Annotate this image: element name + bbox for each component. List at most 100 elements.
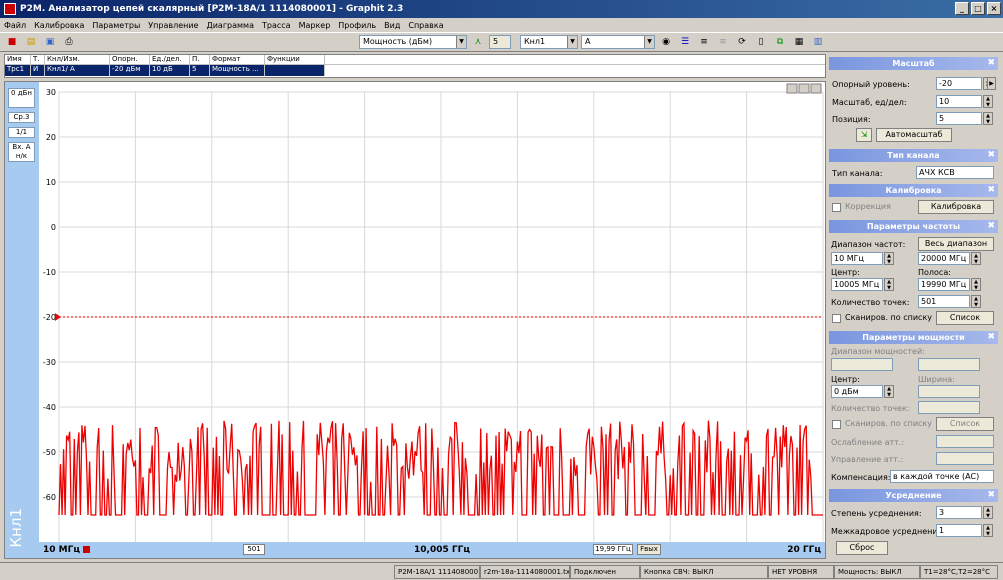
freq-center-input[interactable]: 10005 МГц	[831, 278, 883, 291]
power-list-button[interactable]: Список	[936, 417, 994, 431]
full-range-button[interactable]: Весь диапазон	[918, 237, 994, 251]
compensation-select[interactable]: в каждой точке (АС)	[890, 470, 994, 483]
freq-start-spin[interactable]: ▲ ▼	[884, 252, 894, 265]
print-icon[interactable]: ⎙	[61, 34, 77, 50]
col-header[interactable]: Т.	[31, 55, 45, 64]
ref-offset-button[interactable]: 0 дБн	[8, 88, 35, 108]
start-freq[interactable]: 10 МГц	[43, 545, 80, 555]
points-input[interactable]: 501	[918, 295, 970, 308]
menu-trace[interactable]: Трасса	[262, 21, 291, 30]
close-icon[interactable]: ✖	[987, 57, 995, 70]
layout-icon[interactable]: ⧉	[772, 34, 788, 50]
autoscale-button[interactable]: Автомасштаб	[876, 128, 952, 142]
freq-header[interactable]: Параметры частоты ✖	[829, 220, 998, 233]
power-width-input[interactable]	[918, 385, 980, 398]
step-spin[interactable]: 5	[489, 35, 511, 49]
color-icon[interactable]: ☰	[677, 34, 693, 50]
menu-profile[interactable]: Профиль	[338, 21, 376, 30]
col-header[interactable]: Функции	[265, 55, 325, 64]
freq-band-spin[interactable]: ▲ ▼	[971, 278, 981, 291]
col-header[interactable]: Опорн.	[110, 55, 150, 64]
power-stop-input[interactable]	[918, 358, 980, 371]
att-control-select[interactable]	[936, 452, 994, 465]
col-header[interactable]: Формат	[210, 55, 265, 64]
close-icon[interactable]: ✖	[987, 220, 995, 233]
close-icon[interactable]: ✖	[987, 489, 995, 502]
table-row[interactable]: Трс1 И Кнл1/ A -20 дБм 10 дБ 5 Мощность …	[5, 65, 367, 76]
menu-view[interactable]: Вид	[384, 21, 400, 30]
frame-avg-input[interactable]: 1	[936, 524, 982, 537]
input-button[interactable]: Вх. А н/к	[8, 142, 35, 162]
close-icon[interactable]: ✖	[987, 184, 995, 197]
position-spin[interactable]: ▲ ▼	[983, 112, 993, 125]
list-scan-checkbox[interactable]	[832, 314, 841, 323]
ref-level-arrow[interactable]: ▶	[987, 77, 996, 90]
input-select[interactable]: A ▼	[581, 35, 655, 49]
plot-minimize-button[interactable]	[786, 83, 798, 94]
save-icon[interactable]: ▣	[42, 34, 58, 50]
position-input[interactable]: 5	[936, 112, 982, 125]
points-field[interactable]: 501	[243, 544, 265, 555]
plot-svg[interactable]: 30 20 10 0 -10 -20 -30 -40 -50 -60	[39, 82, 825, 542]
calibration-header[interactable]: Калибровка ✖	[829, 184, 998, 197]
freq-stop-input[interactable]: 20000 МГц	[918, 252, 970, 265]
reference-marker[interactable]	[55, 313, 61, 321]
refresh-icon[interactable]: ⟳	[734, 34, 750, 50]
display-icon[interactable]: ◉	[658, 34, 674, 50]
correction-checkbox[interactable]	[832, 203, 841, 212]
attenuation-input[interactable]	[936, 435, 994, 448]
col-header[interactable]: Кнл/Изм.	[45, 55, 110, 64]
line-width-icon[interactable]: ≡	[696, 34, 712, 50]
marker-icon[interactable]: ⋏	[470, 34, 486, 50]
list-button[interactable]: Список	[936, 311, 994, 325]
menu-file[interactable]: Файл	[4, 21, 26, 30]
col-header[interactable]: Имя	[5, 55, 31, 64]
power-header[interactable]: Параметры мощности ✖	[829, 331, 998, 344]
avg-degree-input[interactable]: 3	[936, 506, 982, 519]
menu-control[interactable]: Управление	[148, 21, 198, 30]
channel-type-header[interactable]: Тип канала ✖	[829, 149, 998, 162]
freq-start-input[interactable]: 10 МГц	[831, 252, 883, 265]
channel-type-select[interactable]: АЧХ КСВ	[916, 166, 994, 179]
scale-div-spin[interactable]: ▲ ▼	[983, 95, 993, 108]
minimize-button[interactable]: _	[955, 2, 969, 15]
page-button[interactable]: 1/1	[8, 127, 35, 138]
autoscale-icon[interactable]: ⇲	[856, 128, 872, 142]
line-style-icon[interactable]: ≡	[715, 34, 731, 50]
reset-button[interactable]: Сброс	[836, 541, 888, 555]
scale-header[interactable]: Масштаб ✖	[829, 57, 998, 70]
power-points-input[interactable]	[918, 401, 980, 414]
power-center-spin[interactable]: ▲ ▼	[884, 385, 894, 398]
close-button[interactable]: ×	[987, 2, 1001, 15]
plot-close-button[interactable]	[810, 83, 822, 94]
power-center-input[interactable]: 0 дБм	[831, 385, 883, 398]
ref-level-input[interactable]: -20	[936, 77, 982, 90]
chart-icon[interactable]: ▥	[810, 34, 826, 50]
avg-degree-spin[interactable]: ▲ ▼	[983, 506, 993, 519]
scale-div-input[interactable]: 10	[936, 95, 982, 108]
freq-band-input[interactable]: 19990 МГц	[918, 278, 970, 291]
frame-avg-spin[interactable]: ▲ ▼	[983, 524, 993, 537]
measure-select[interactable]: Мощность (дБм) ▼	[359, 35, 467, 49]
average-button[interactable]: Ср.3	[8, 112, 35, 123]
close-icon[interactable]: ✖	[987, 149, 995, 162]
document-icon[interactable]: ▯	[753, 34, 769, 50]
power-list-checkbox[interactable]	[832, 420, 841, 429]
col-header[interactable]: П.	[190, 55, 210, 64]
menu-help[interactable]: Справка	[408, 21, 443, 30]
stop-icon[interactable]: ■	[4, 34, 20, 50]
close-icon[interactable]: ✖	[987, 331, 995, 344]
points-spin[interactable]: ▲ ▼	[971, 295, 981, 308]
plot-maximize-button[interactable]	[798, 83, 810, 94]
channel-select[interactable]: Кнл1 ▼	[520, 35, 578, 49]
span-field[interactable]: 19,99 ГГц	[593, 544, 633, 555]
center-freq[interactable]: 10,005 ГГц	[414, 545, 470, 555]
avg-header[interactable]: Усреднение ✖	[829, 489, 998, 502]
menu-parameters[interactable]: Параметры	[92, 21, 140, 30]
marker-icon[interactable]	[83, 546, 90, 553]
span-mode-button[interactable]: Fвых	[637, 544, 661, 555]
col-header[interactable]: Ед./дел.	[150, 55, 190, 64]
power-start-input[interactable]	[831, 358, 893, 371]
menu-diagram[interactable]: Диаграмма	[206, 21, 254, 30]
menu-calibration[interactable]: Калибровка	[34, 21, 84, 30]
